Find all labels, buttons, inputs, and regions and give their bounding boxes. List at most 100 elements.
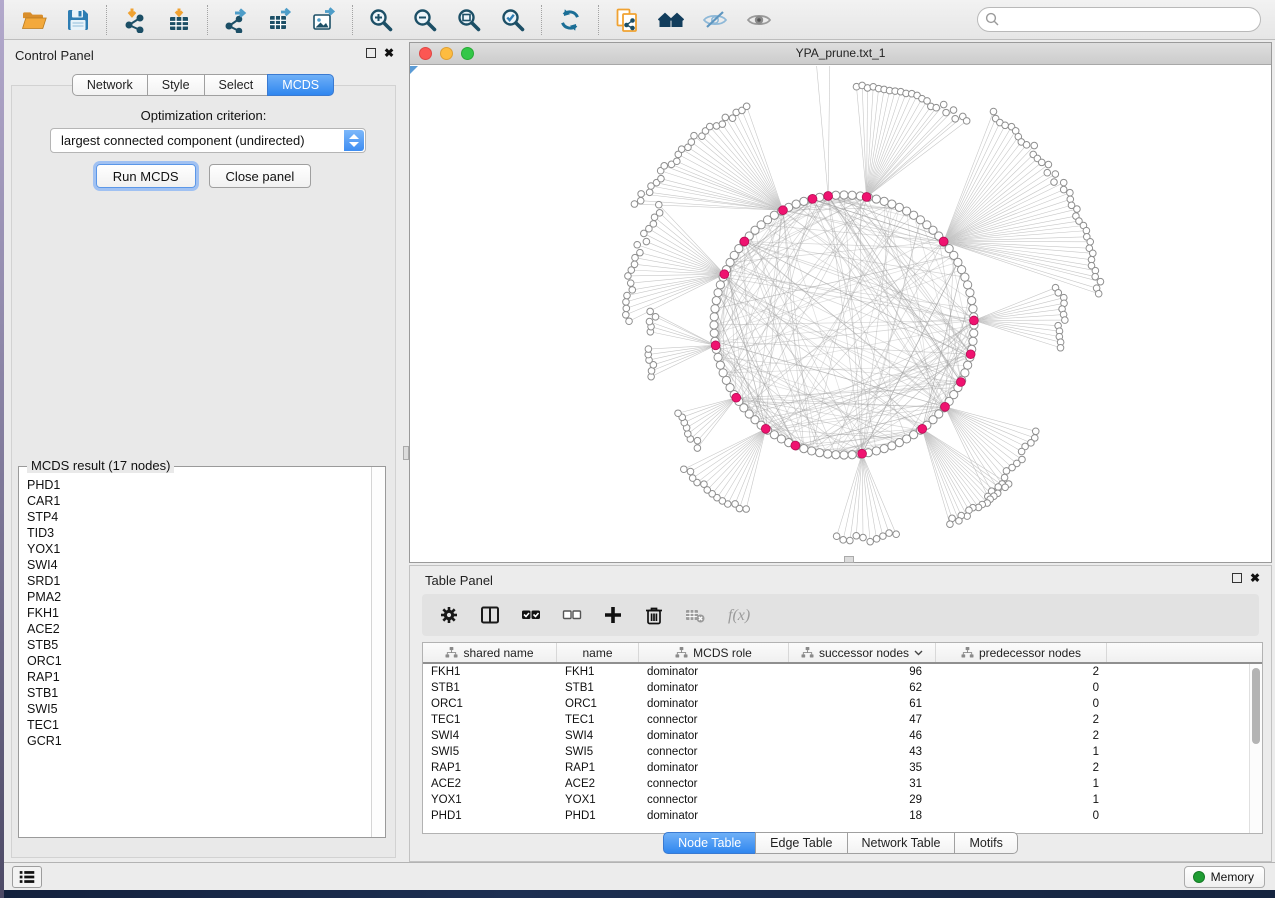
tab-select[interactable]: Select	[204, 74, 269, 96]
function-builder-icon[interactable]: f(x)	[725, 604, 761, 626]
table-row[interactable]: SWI5SWI5connector431	[423, 744, 1262, 760]
mcds-result-node[interactable]: SWI5	[27, 701, 370, 717]
table-scrollbar-thumb[interactable]	[1252, 668, 1260, 744]
export-network-icon[interactable]	[223, 7, 249, 33]
network-window-title: YPA_prune.txt_1	[410, 43, 1271, 64]
cell-successor-nodes: 31	[789, 776, 936, 792]
table-row[interactable]: RAP1RAP1dominator352	[423, 760, 1262, 776]
mcds-result-node[interactable]: YOX1	[27, 541, 370, 557]
zoom-fit-icon[interactable]	[456, 7, 482, 33]
refresh-icon[interactable]	[557, 7, 583, 33]
mcds-result-node[interactable]: STB1	[27, 685, 370, 701]
clear-table-icon[interactable]	[684, 604, 706, 626]
table-row[interactable]: TEC1TEC1connector472	[423, 712, 1262, 728]
unselect-all-columns-icon[interactable]	[561, 604, 583, 626]
horizontal-splitter-handle[interactable]	[844, 556, 854, 563]
mcds-result-node[interactable]: GCR1	[27, 733, 370, 749]
column-header-shared-name[interactable]: shared name	[423, 643, 557, 662]
task-history-button[interactable]	[12, 866, 42, 888]
select-all-columns-icon[interactable]	[520, 604, 542, 626]
column-header-mcds-role[interactable]: MCDS role	[639, 643, 789, 662]
hide-selected-icon[interactable]	[702, 7, 728, 33]
duplicate-network-icon[interactable]	[614, 7, 640, 33]
window-minimize-icon[interactable]	[440, 47, 453, 60]
criterion-dropdown[interactable]: largest connected component (undirected)	[50, 128, 366, 153]
desktop-edge-strip	[0, 0, 4, 898]
mcds-result-node[interactable]: FKH1	[27, 605, 370, 621]
network-view-panel: YPA_prune.txt_1	[409, 42, 1272, 563]
cell-successor-nodes: 18	[789, 808, 936, 824]
cell-predecessor-nodes: 2	[936, 664, 1107, 680]
mcds-result-node[interactable]: PHD1	[27, 477, 370, 493]
table-scrollbar[interactable]	[1249, 664, 1262, 833]
column-header-name[interactable]: name	[557, 643, 639, 662]
cell-predecessor-nodes: 1	[936, 744, 1107, 760]
close-table-panel-icon[interactable]: ✖	[1250, 573, 1260, 583]
mcds-result-node[interactable]: PMA2	[27, 589, 370, 605]
export-image-icon[interactable]	[311, 7, 337, 33]
mcds-result-node[interactable]: ORC1	[27, 653, 370, 669]
tab-node-table[interactable]: Node Table	[663, 832, 756, 854]
tab-style[interactable]: Style	[147, 74, 205, 96]
cell-predecessor-nodes: 0	[936, 808, 1107, 824]
tab-motifs[interactable]: Motifs	[954, 832, 1017, 854]
save-icon[interactable]	[65, 7, 91, 33]
window-close-icon[interactable]	[419, 47, 432, 60]
toolbar-separator	[352, 5, 353, 35]
export-table-icon[interactable]	[267, 7, 293, 33]
tab-network-table[interactable]: Network Table	[847, 832, 956, 854]
table-row[interactable]: ACE2ACE2connector311	[423, 776, 1262, 792]
first-neighbors-icon[interactable]	[658, 7, 684, 33]
cell-shared-name: ORC1	[423, 696, 557, 712]
show-all-icon[interactable]	[746, 7, 772, 33]
run-mcds-button[interactable]: Run MCDS	[96, 164, 196, 188]
mcds-result-node[interactable]: TID3	[27, 525, 370, 541]
delete-column-icon[interactable]	[643, 604, 665, 626]
zoom-selected-icon[interactable]	[500, 7, 526, 33]
tab-mcds[interactable]: MCDS	[267, 74, 334, 96]
close-panel-button[interactable]: Close panel	[209, 164, 312, 188]
add-column-icon[interactable]	[602, 604, 624, 626]
mcds-result-node[interactable]: ACE2	[27, 621, 370, 637]
tab-network[interactable]: Network	[72, 74, 148, 96]
window-maximize-icon[interactable]	[461, 47, 474, 60]
import-table-icon[interactable]	[166, 7, 192, 33]
mcds-result-node[interactable]: RAP1	[27, 669, 370, 685]
table-row[interactable]: STB1STB1dominator620	[423, 680, 1262, 696]
mcds-result-node[interactable]: TEC1	[27, 717, 370, 733]
close-panel-icon[interactable]: ✖	[384, 48, 394, 58]
open-folder-icon[interactable]	[21, 7, 47, 33]
zoom-out-icon[interactable]	[412, 7, 438, 33]
memory-button[interactable]: Memory	[1184, 866, 1265, 888]
zoom-in-icon[interactable]	[368, 7, 394, 33]
result-list-scrollbar[interactable]	[371, 467, 385, 837]
network-window-titlebar[interactable]: YPA_prune.txt_1	[410, 43, 1271, 65]
mcds-result-node[interactable]: SRD1	[27, 573, 370, 589]
mcds-result-title: MCDS result (17 nodes)	[27, 458, 174, 473]
table-row[interactable]: YOX1YOX1connector291	[423, 792, 1262, 808]
float-table-panel-icon[interactable]	[1232, 573, 1242, 583]
columns-icon[interactable]	[479, 604, 501, 626]
table-row[interactable]: PHD1PHD1dominator180	[423, 808, 1262, 824]
mcds-result-node[interactable]: STP4	[27, 509, 370, 525]
network-canvas[interactable]	[410, 66, 1271, 562]
float-panel-icon[interactable]	[366, 48, 376, 58]
cell-shared-name: RAP1	[423, 760, 557, 776]
table-row[interactable]: SWI4SWI4dominator462	[423, 728, 1262, 744]
tab-edge-table[interactable]: Edge Table	[755, 832, 847, 854]
table-row[interactable]: FKH1FKH1dominator962	[423, 664, 1262, 680]
column-header-successor-nodes[interactable]: successor nodes	[789, 643, 936, 662]
mcds-result-node[interactable]: SWI4	[27, 557, 370, 573]
gear-icon[interactable]	[438, 604, 460, 626]
table-row[interactable]: ORC1ORC1dominator610	[423, 696, 1262, 712]
mcds-result-node[interactable]: CAR1	[27, 493, 370, 509]
table-toolbar: f(x)	[422, 594, 1259, 636]
network-graph[interactable]	[410, 66, 1272, 563]
mcds-result-list[interactable]: PHD1CAR1STP4TID3YOX1SWI4SRD1PMA2FKH1ACE2…	[20, 475, 370, 836]
cell-shared-name: SWI5	[423, 744, 557, 760]
column-header-predecessor-nodes[interactable]: predecessor nodes	[936, 643, 1107, 662]
import-network-icon[interactable]	[122, 7, 148, 33]
mcds-result-node[interactable]: STB5	[27, 637, 370, 653]
search-icon	[985, 12, 1000, 27]
search-input[interactable]	[977, 7, 1261, 32]
